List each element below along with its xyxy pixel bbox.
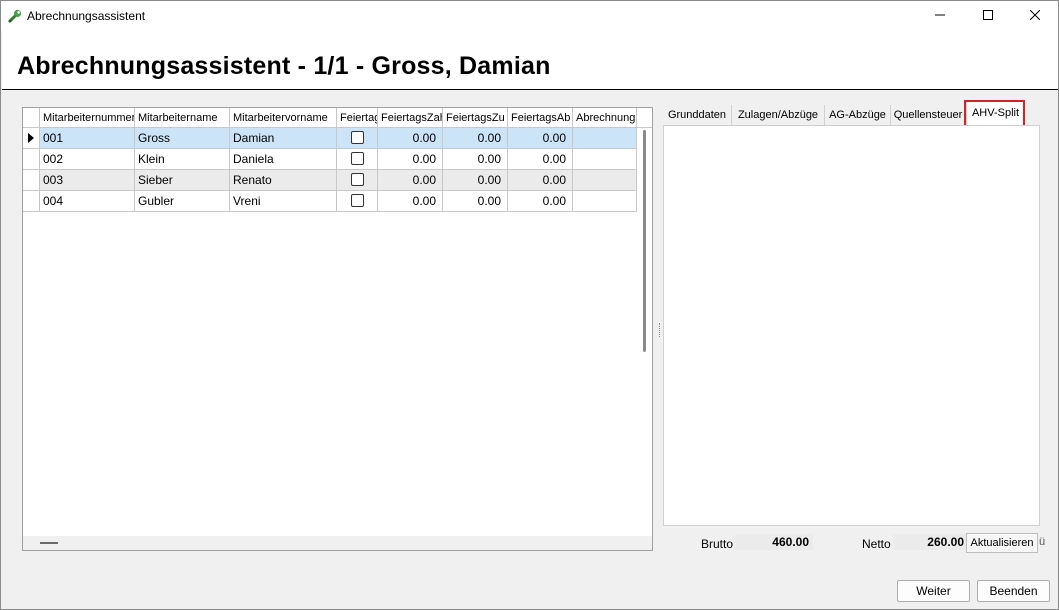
- feiertag-checkbox[interactable]: [351, 152, 364, 165]
- netto-label: Netto: [862, 537, 891, 551]
- horizontal-scroll-thumb[interactable]: [40, 542, 58, 544]
- cell-mitarbeitervorname[interactable]: Renato: [230, 170, 337, 191]
- cell-mitarbeitervorname[interactable]: Damian: [230, 128, 337, 149]
- horizontal-scrollbar[interactable]: [23, 536, 652, 550]
- tab-quellensteuer[interactable]: Quellensteuer: [891, 105, 966, 125]
- table-row[interactable]: 003 Sieber Renato 0.00 0.00 0.00: [23, 170, 637, 191]
- cell-mitarbeitername[interactable]: Sieber: [135, 170, 230, 191]
- cell-mitarbeitername[interactable]: Gubler: [135, 191, 230, 212]
- row-header-corner: [23, 108, 40, 128]
- maximize-button[interactable]: [965, 1, 1011, 31]
- tab-content-panel: [663, 125, 1040, 526]
- cell-abrechnung[interactable]: [573, 170, 637, 191]
- table-row[interactable]: 001 Gross Damian 0.00 0.00 0.00: [23, 128, 637, 149]
- window-title: Abrechnungsassistent: [27, 9, 146, 23]
- cell-mitarbeiternummer[interactable]: 001: [40, 128, 135, 149]
- column-header-abrechnung[interactable]: Abrechnungs: [573, 108, 637, 128]
- table-row[interactable]: 002 Klein Daniela 0.00 0.00 0.00: [23, 149, 637, 170]
- cell-feiertagsab[interactable]: 0.00: [508, 170, 573, 191]
- tab-grunddaten[interactable]: Grunddaten: [663, 105, 732, 125]
- cell-feiertag[interactable]: [337, 149, 378, 170]
- cell-mitarbeiternummer[interactable]: 002: [40, 149, 135, 170]
- close-button[interactable]: [1012, 1, 1058, 31]
- cell-feiertagszahl[interactable]: 0.00: [378, 149, 443, 170]
- netto-value: 260.00: [893, 534, 968, 550]
- tab-ag-abzuege[interactable]: AG-Abzüge: [825, 105, 891, 125]
- page-header: Abrechnungsassistent - 1/1 - Gross, Dami…: [2, 31, 1058, 90]
- cell-mitarbeitervorname[interactable]: Vreni: [230, 191, 337, 212]
- vertical-scroll-thumb[interactable]: [643, 130, 646, 352]
- column-header-mitarbeiternummer[interactable]: Mitarbeiternummer: [40, 108, 135, 128]
- maximize-icon: [983, 9, 993, 23]
- tab-zulagen-abzuege[interactable]: Zulagen/Abzüge: [732, 105, 825, 125]
- brutto-label: Brutto: [701, 537, 734, 551]
- column-header-mitarbeitervorname[interactable]: Mitarbeitervorname: [230, 108, 337, 128]
- cell-feiertagsab[interactable]: 0.00: [508, 149, 573, 170]
- cell-mitarbeitervorname[interactable]: Daniela: [230, 149, 337, 170]
- minimize-button[interactable]: [917, 1, 963, 31]
- title-bar: Abrechnungsassistent: [1, 1, 1058, 31]
- column-header-feiertagsab[interactable]: FeiertagsAb: [508, 108, 573, 128]
- refresh-button[interactable]: Aktualisieren: [966, 533, 1038, 553]
- table-row[interactable]: 004 Gubler Vreni 0.00 0.00 0.00: [23, 191, 637, 212]
- feiertag-checkbox[interactable]: [351, 173, 364, 186]
- tab-ahv-split[interactable]: AHV-Split: [966, 100, 1025, 126]
- row-header[interactable]: [23, 128, 40, 149]
- cell-feiertag[interactable]: [337, 170, 378, 191]
- green-wrench-icon: [7, 8, 23, 24]
- column-header-mitarbeitername[interactable]: Mitarbeitername: [135, 108, 230, 128]
- cell-feiertag[interactable]: [337, 128, 378, 149]
- row-header[interactable]: [23, 149, 40, 170]
- cell-mitarbeitername[interactable]: Klein: [135, 149, 230, 170]
- vertical-scrollbar[interactable]: [637, 128, 652, 536]
- cell-feiertagszahl[interactable]: 0.00: [378, 170, 443, 191]
- minimize-icon: [935, 9, 945, 23]
- cell-feiertag[interactable]: [337, 191, 378, 212]
- cell-mitarbeitername[interactable]: Gross: [135, 128, 230, 149]
- main-window: Abrechnungsassistent Abrechnungsassisten…: [0, 0, 1059, 610]
- cell-feiertagsab[interactable]: 0.00: [508, 191, 573, 212]
- grid-header: Mitarbeiternummer Mitarbeitername Mitarb…: [23, 108, 652, 128]
- current-row-pointer-icon: [28, 133, 34, 143]
- feiertag-checkbox[interactable]: [351, 194, 364, 207]
- cell-abrechnung[interactable]: [573, 149, 637, 170]
- column-header-feiertagszu[interactable]: FeiertagsZu: [443, 108, 508, 128]
- employee-grid[interactable]: Mitarbeiternummer Mitarbeitername Mitarb…: [22, 107, 653, 551]
- cell-feiertagszahl[interactable]: 0.00: [378, 128, 443, 149]
- truncated-label: ü: [1039, 536, 1046, 548]
- column-header-feiertagszahl[interactable]: FeiertagsZah: [378, 108, 443, 128]
- cell-abrechnung[interactable]: [573, 191, 637, 212]
- cell-feiertagszu[interactable]: 0.00: [443, 149, 508, 170]
- close-icon: [1029, 9, 1041, 23]
- cell-feiertagsab[interactable]: 0.00: [508, 128, 573, 149]
- column-header-feiertag[interactable]: Feiertag: [337, 108, 378, 128]
- cell-feiertagszu[interactable]: 0.00: [443, 191, 508, 212]
- finish-button[interactable]: Beenden: [977, 580, 1050, 602]
- brutto-value: 460.00: [735, 534, 813, 550]
- cell-mitarbeiternummer[interactable]: 004: [40, 191, 135, 212]
- cell-feiertagszahl[interactable]: 0.00: [378, 191, 443, 212]
- splitter-grip[interactable]: [659, 323, 661, 337]
- cell-mitarbeiternummer[interactable]: 003: [40, 170, 135, 191]
- cell-abrechnung[interactable]: [573, 128, 637, 149]
- page-title: Abrechnungsassistent - 1/1 - Gross, Dami…: [17, 52, 551, 80]
- feiertag-checkbox[interactable]: [351, 131, 364, 144]
- row-header[interactable]: [23, 170, 40, 191]
- cell-feiertagszu[interactable]: 0.00: [443, 170, 508, 191]
- next-button[interactable]: Weiter: [897, 580, 970, 602]
- row-header[interactable]: [23, 191, 40, 212]
- cell-feiertagszu[interactable]: 0.00: [443, 128, 508, 149]
